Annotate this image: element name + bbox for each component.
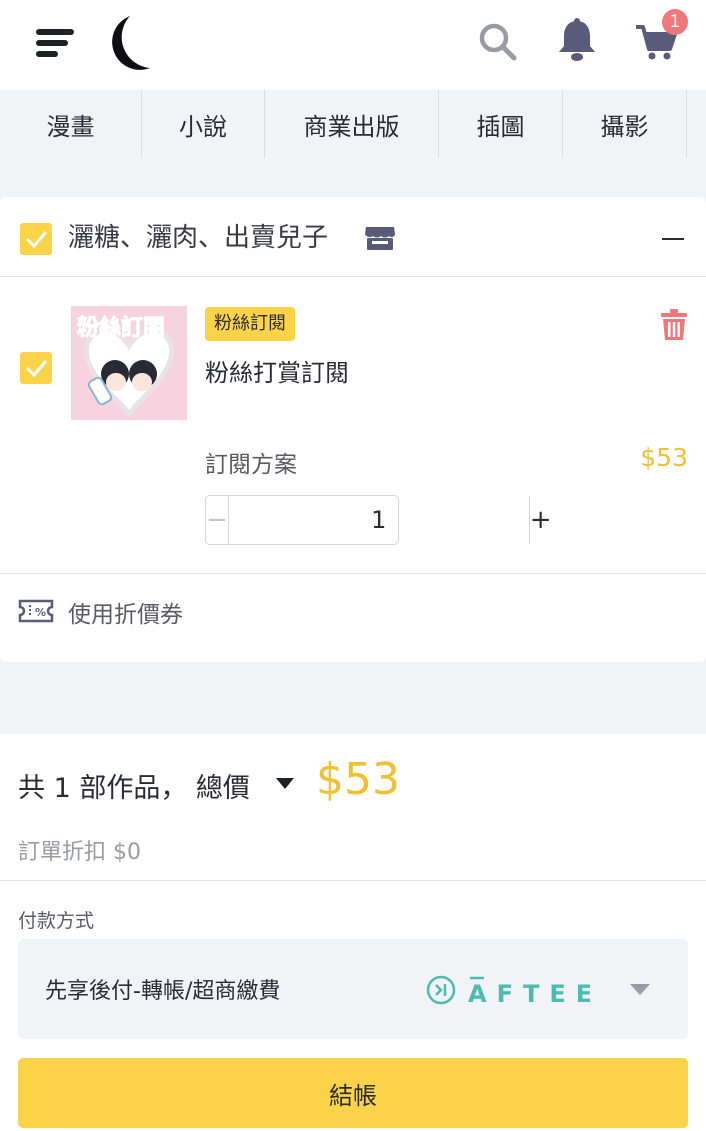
category-nav: 漫畫 小說 商業出版 插圖 攝影: [0, 90, 706, 158]
check-icon: [25, 360, 48, 378]
use-coupon-row[interactable]: % 使用折價券: [0, 575, 706, 655]
store-icon[interactable]: [364, 225, 396, 251]
payment-option-text: 先享後付-轉帳/超商繳費: [45, 979, 281, 1004]
aftee-logo-icon: AFTEE: [426, 975, 590, 1005]
total-label: 共 1 部作品， 總價: [18, 773, 250, 804]
tab-commercial-publishing[interactable]: 商業出版: [265, 90, 439, 158]
store-checkbox[interactable]: [20, 223, 52, 255]
quantity-stepper: − +: [205, 495, 552, 545]
cart-count-badge: 1: [662, 9, 688, 35]
coupon-icon: %: [18, 599, 54, 623]
plan-label: 訂閱方案: [205, 452, 297, 478]
trash-icon[interactable]: [660, 309, 688, 341]
divider: [0, 276, 706, 277]
item-price: $53: [640, 443, 688, 472]
divider: [0, 573, 706, 574]
tab-novels[interactable]: 小說: [142, 90, 265, 158]
order-summary: 共 1 部作品， 總價 $53 訂單折扣 $0 付款方式 先享後付-轉帳/超商繳…: [0, 734, 706, 1131]
check-icon: [25, 231, 48, 249]
tab-comics[interactable]: 漫畫: [0, 90, 142, 158]
item-name[interactable]: 粉絲打賞訂閱: [205, 353, 349, 388]
checkout-label: 結帳: [329, 1081, 377, 1110]
collapse-store-button[interactable]: [662, 238, 684, 240]
tab-photography[interactable]: 攝影: [563, 90, 687, 158]
quantity-input[interactable]: [228, 496, 529, 544]
aftee-brand-text: AFTEE: [468, 980, 590, 1005]
search-icon[interactable]: [478, 22, 518, 62]
dropdown-caret-icon: [630, 984, 650, 995]
increase-quantity-button[interactable]: +: [528, 496, 552, 544]
total-amount: $53: [316, 754, 400, 805]
item-checkbox[interactable]: [20, 352, 52, 384]
payment-method-label: 付款方式: [18, 910, 95, 932]
caret-down-icon[interactable]: [276, 778, 294, 790]
tab-label: 商業出版: [303, 112, 400, 141]
payment-method-select[interactable]: 先享後付-轉帳/超商繳費 AFTEE: [18, 939, 688, 1039]
thumbnail-caption: 粉絲訂閱: [76, 316, 166, 342]
logo-moon-icon[interactable]: [98, 14, 156, 72]
item-tag: 粉絲訂閱: [205, 307, 295, 341]
decrease-quantity-button[interactable]: −: [206, 496, 229, 544]
divider: [0, 880, 706, 881]
tab-label: 小說: [179, 112, 227, 141]
tab-label: 攝影: [600, 112, 649, 141]
top-header: 1: [0, 0, 706, 90]
store-name[interactable]: 灑糖、灑肉、出賣兒子: [68, 217, 328, 254]
tab-illustration[interactable]: 插圖: [439, 90, 563, 158]
order-discount: 訂單折扣 $0: [18, 840, 141, 865]
item-thumbnail[interactable]: 粉絲訂閱: [71, 306, 187, 420]
use-coupon-label: 使用折價券: [68, 602, 183, 628]
menu-icon[interactable]: [36, 26, 76, 60]
svg-text:%: %: [35, 606, 46, 619]
checkout-button[interactable]: 結帳: [18, 1058, 688, 1128]
bell-icon[interactable]: [556, 18, 598, 64]
cart-store-card: 灑糖、灑肉、出賣兒子 粉絲訂閱 粉絲訂閱 粉絲打賞訂閱 訂閱方案 $53 − 1…: [0, 197, 706, 662]
tab-label: 漫畫: [46, 112, 95, 141]
tab-label: 插圖: [476, 112, 525, 141]
